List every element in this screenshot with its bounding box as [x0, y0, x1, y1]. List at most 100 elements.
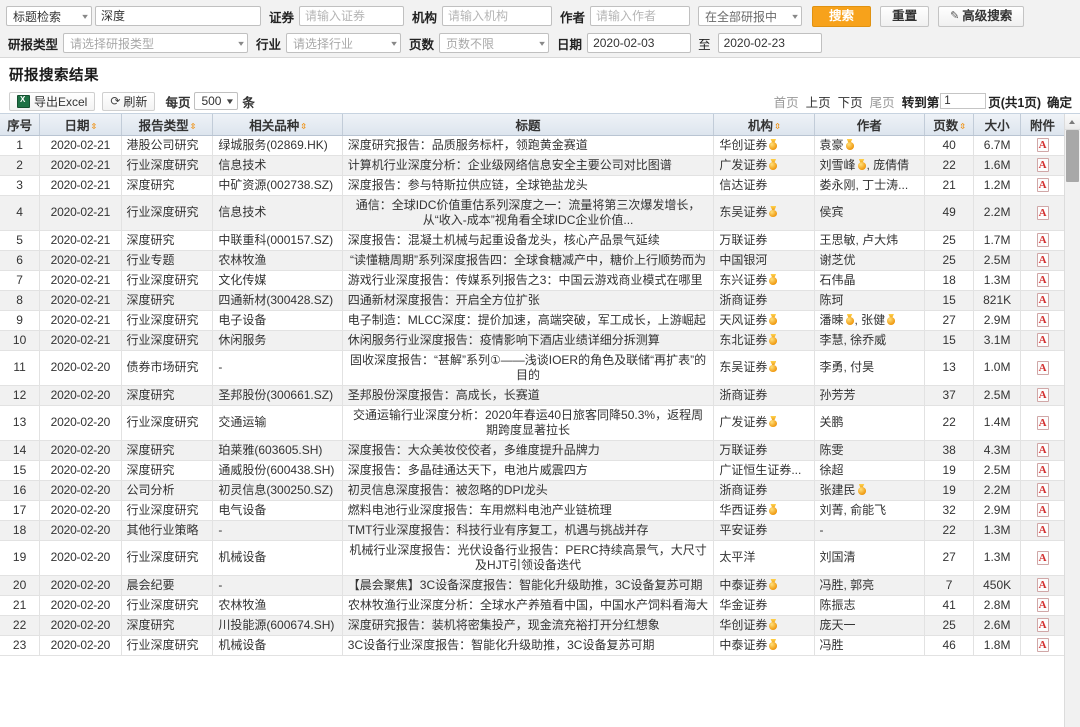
cell-title[interactable]: 机械行业深度报告：光伏设备行业报告：PERC持续高景气，大尺寸及HJT引领设备迭… — [342, 540, 715, 576]
cell-attachment[interactable] — [1020, 385, 1065, 406]
cell-organization[interactable]: 广发证券 — [713, 405, 815, 441]
table-row[interactable]: 7 2020-02-21 行业深度研究 文化传媒 游戏行业深度报告：传媒系列报告之3：中… — [0, 270, 1065, 291]
pager-first[interactable]: 首页 — [774, 92, 799, 111]
per-page-select[interactable]: 500 ▼ — [194, 92, 239, 110]
pdf-icon[interactable] — [1036, 443, 1049, 458]
pager-prev[interactable]: 上页 — [806, 92, 831, 111]
pdf-icon[interactable] — [1036, 233, 1049, 248]
cell-author[interactable]: 谢芝优 — [814, 250, 926, 271]
cell-title[interactable]: 圣邦股份深度报告：高成长，长赛道 — [342, 385, 715, 406]
cell-title[interactable]: 深度研究报告：品质服务标杆，领跑黄金赛道 — [342, 135, 715, 156]
column-header-type[interactable]: 报告类型⇳ — [121, 114, 214, 136]
scope-select[interactable]: 在全部研报中 ▾ — [698, 6, 803, 26]
column-header-date[interactable]: 日期⇳ — [39, 114, 122, 136]
sort-arrows-icon[interactable]: ⇳ — [300, 122, 307, 131]
column-header-pages[interactable]: 页数⇳ — [924, 114, 975, 136]
cell-title[interactable]: 深度报告：参与特斯拉供应链，全球铯盐龙头 — [342, 175, 715, 196]
pdf-icon[interactable] — [1036, 463, 1049, 478]
sort-arrows-icon[interactable]: ⇳ — [959, 122, 966, 131]
table-row[interactable]: 11 2020-02-20 债券市场研究 - 固收深度报告：“甚解”系列①——浅谈IOE… — [0, 350, 1065, 386]
cell-organization[interactable]: 华金证券 — [713, 595, 815, 616]
table-row[interactable]: 1 2020-02-21 港股公司研究 绿城服务(02869.HK) 深度研究报告：品质… — [0, 135, 1065, 156]
cell-organization[interactable]: 信达证券 — [713, 175, 815, 196]
pager-next[interactable]: 下页 — [838, 92, 863, 111]
cell-author[interactable]: 徐超 — [814, 460, 926, 481]
cell-title[interactable]: 深度报告：混凝土机械与起重设备龙头，核心产品景气延续 — [342, 230, 715, 251]
cell-author[interactable]: 李勇, 付昊 — [814, 350, 926, 386]
cell-author[interactable]: 潘暕 , 张健 — [814, 310, 926, 331]
table-row[interactable]: 8 2020-02-21 深度研究 四通新材(300428.SZ) 四通新材深度报告：开… — [0, 290, 1065, 311]
cell-title[interactable]: 电子制造：MLCC深度：提价加速，高端突破，军工成长，上游崛起 — [342, 310, 715, 331]
cell-author[interactable]: 张建民 — [814, 480, 926, 501]
cell-title[interactable]: 【晨会聚焦】3C设备深度报告：智能化升级助推，3C设备复苏可期 — [342, 575, 715, 596]
table-row[interactable]: 21 2020-02-20 行业深度研究 农林牧渔 农林牧渔行业深度分析：全球水产养殖看… — [0, 595, 1065, 616]
table-row[interactable]: 18 2020-02-20 其他行业策略 - TMT行业深度报告：科技行业有序复工，机遇… — [0, 520, 1065, 541]
cell-author[interactable]: 陈振志 — [814, 595, 926, 616]
pdf-icon[interactable] — [1036, 313, 1049, 328]
cell-title[interactable]: 深度报告：多晶硅通达天下，电池片威震四方 — [342, 460, 715, 481]
cell-attachment[interactable] — [1020, 155, 1065, 176]
scrollbar-thumb[interactable] — [1066, 130, 1079, 182]
cell-title[interactable]: 3C设备行业深度报告：智能化升级助推，3C设备复苏可期 — [342, 635, 715, 656]
table-row[interactable]: 4 2020-02-21 行业深度研究 信息技术 通信：全球IDC价值重估系列深度之一：… — [0, 195, 1065, 231]
pdf-icon[interactable] — [1036, 638, 1049, 653]
pdf-icon[interactable] — [1036, 205, 1049, 220]
cell-author[interactable]: 冯胜 — [814, 635, 926, 656]
cell-author[interactable]: 刘国清 — [814, 540, 926, 576]
cell-organization[interactable]: 广发证券 — [713, 155, 815, 176]
cell-title[interactable]: 农林牧渔行业深度分析：全球水产养殖看中国，中国水产饲料看海大 — [342, 595, 715, 616]
cell-author[interactable]: - — [814, 520, 926, 541]
date-to-input[interactable]: 2020-02-23 — [717, 33, 822, 53]
cell-attachment[interactable] — [1020, 195, 1065, 231]
cell-author[interactable]: 娄永刚, 丁士涛... — [814, 175, 926, 196]
cell-attachment[interactable] — [1020, 270, 1065, 291]
cell-title[interactable]: 固收深度报告：“甚解”系列①——浅谈IOER的角色及联储“再扩表”的目的 — [342, 350, 715, 386]
cell-organization[interactable]: 华西证券 — [713, 500, 815, 521]
pdf-icon[interactable] — [1036, 523, 1049, 538]
table-row[interactable]: 20 2020-02-20 晨会纪要 - 【晨会聚焦】3C设备深度报告：智能化升级助推，… — [0, 575, 1065, 596]
table-row[interactable]: 16 2020-02-20 公司分析 初灵信息(300250.SZ) 初灵信息深度报告：… — [0, 480, 1065, 501]
cell-attachment[interactable] — [1020, 230, 1065, 251]
cell-attachment[interactable] — [1020, 290, 1065, 311]
vertical-scrollbar[interactable] — [1064, 114, 1080, 727]
table-row[interactable]: 5 2020-02-21 深度研究 中联重科(000157.SZ) 深度报告：混凝土机械… — [0, 230, 1065, 251]
cell-organization[interactable]: 东吴证券 — [713, 195, 815, 231]
reset-button[interactable]: 重置 — [880, 5, 930, 27]
cell-title[interactable]: TMT行业深度报告：科技行业有序复工，机遇与挑战并存 — [342, 520, 715, 541]
cell-attachment[interactable] — [1020, 500, 1065, 521]
table-row[interactable]: 6 2020-02-21 行业专题 农林牧渔 “读懂糖周期”系列深度报告四：全球食糖减产… — [0, 250, 1065, 271]
cell-organization[interactable]: 万联证券 — [713, 440, 815, 461]
cell-organization[interactable]: 天风证券 — [713, 310, 815, 331]
cell-title[interactable]: 燃料电池行业深度报告：车用燃料电池产业链梳理 — [342, 500, 715, 521]
pdf-icon[interactable] — [1036, 503, 1049, 518]
cell-attachment[interactable] — [1020, 405, 1065, 441]
cell-attachment[interactable] — [1020, 635, 1065, 656]
cell-organization[interactable]: 浙商证券 — [713, 480, 815, 501]
cell-attachment[interactable] — [1020, 480, 1065, 501]
cell-organization[interactable]: 中国银河 — [713, 250, 815, 271]
keyword-input[interactable]: 深度 — [95, 6, 261, 26]
security-input[interactable]: 请输入证券 — [299, 6, 405, 26]
export-excel-button[interactable]: 导出Excel — [9, 91, 96, 111]
cell-attachment[interactable] — [1020, 135, 1065, 156]
cell-author[interactable]: 庞天一 — [814, 615, 926, 636]
table-row[interactable]: 13 2020-02-20 行业深度研究 交通运输 交通运输行业深度分析：2020年春运… — [0, 405, 1065, 441]
pdf-icon[interactable] — [1036, 618, 1049, 633]
cell-organization[interactable]: 东北证券 — [713, 330, 815, 351]
pager-page-input[interactable]: 1 — [940, 93, 987, 109]
pdf-icon[interactable] — [1036, 415, 1049, 430]
pdf-icon[interactable] — [1036, 178, 1049, 193]
author-input[interactable]: 请输入作者 — [590, 6, 691, 26]
cell-author[interactable]: 李慧, 徐乔威 — [814, 330, 926, 351]
search-button[interactable]: 搜索 — [812, 5, 872, 27]
date-from-input[interactable]: 2020-02-03 — [587, 33, 692, 53]
title-mode-select[interactable]: 标题检索 ▾ — [6, 6, 92, 26]
pdf-icon[interactable] — [1036, 253, 1049, 268]
pdf-icon[interactable] — [1036, 483, 1049, 498]
cell-organization[interactable]: 东兴证券 — [713, 270, 815, 291]
sort-arrows-icon[interactable]: ⇳ — [774, 122, 781, 131]
cell-title[interactable]: “读懂糖周期”系列深度报告四：全球食糖减产中，糖价上行顺势而为 — [342, 250, 715, 271]
cell-title[interactable]: 休闲服务行业深度报告：疫情影响下酒店业绩详细分拆测算 — [342, 330, 715, 351]
cell-title[interactable]: 计算机行业深度分析：企业级网络信息安全主要公司对比图谱 — [342, 155, 715, 176]
report-type-select[interactable]: 请选择研报类型 ▾ — [63, 33, 249, 53]
